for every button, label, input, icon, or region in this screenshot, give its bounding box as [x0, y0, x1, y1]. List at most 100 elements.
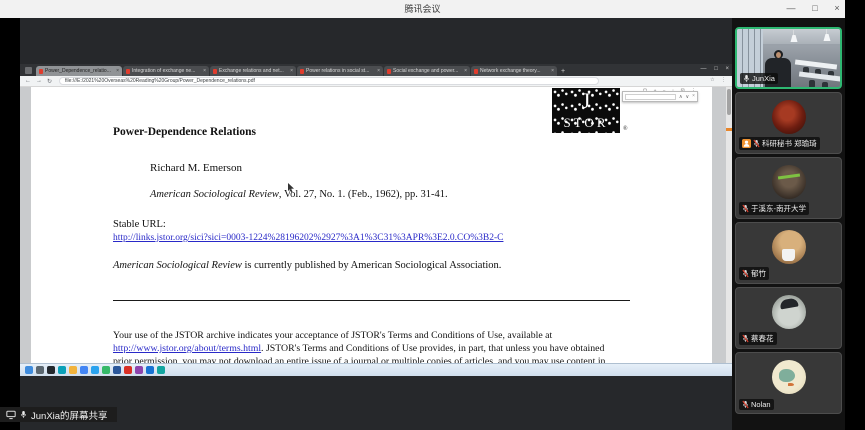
- tab-close-icon[interactable]: ×: [464, 68, 467, 74]
- back-icon[interactable]: ←: [25, 78, 31, 84]
- browser-tabbar: Power_Dependence_relatio...×Integration …: [20, 64, 732, 76]
- browser-addressbar: ← → ↻ file:///E:/2021%20Overseas%20Readi…: [20, 76, 732, 87]
- tab-title: Integration of exchange ne...: [132, 68, 201, 74]
- participant-tile-junxia[interactable]: JunXia: [735, 27, 842, 89]
- browser-menu-icon[interactable]: ⋮: [721, 77, 726, 83]
- participant-name: 科研秘书 郑瑜琦: [762, 138, 817, 149]
- start-icon[interactable]: [25, 366, 33, 374]
- participant-tile[interactable]: 郁竹: [735, 222, 842, 284]
- forward-icon[interactable]: →: [36, 78, 42, 84]
- host-role-icon: [742, 139, 751, 148]
- music-icon[interactable]: [135, 366, 143, 374]
- participant-tile[interactable]: 蔡春花: [735, 287, 842, 349]
- participant-name: Nolan: [751, 400, 771, 409]
- meeting-icon[interactable]: [146, 366, 154, 374]
- pdf-reader-icon[interactable]: [124, 366, 132, 374]
- pdf-file-icon: [39, 69, 43, 74]
- terms-line-3: prior permission, you may not download a…: [113, 356, 605, 363]
- browser-tab[interactable]: Network exchange theory...×: [471, 66, 557, 76]
- notes-icon[interactable]: [157, 366, 165, 374]
- screen-share-banner: JunXia的屏幕共享: [0, 407, 117, 422]
- pdf-file-icon: [213, 69, 217, 74]
- mail-icon[interactable]: [91, 366, 99, 374]
- jstor-logo-word: STOR: [552, 114, 620, 131]
- find-in-page-box: ∧ ∨ ×: [622, 91, 698, 102]
- publisher-line-rest: is currently published by American Socio…: [242, 260, 502, 271]
- mouse-cursor: [288, 183, 295, 193]
- journal-citation-rest: , Vol. 27, No. 1. (Feb., 1962), pp. 31-4…: [279, 189, 448, 200]
- word-icon[interactable]: [113, 366, 121, 374]
- participant-name: 于溪东-南开大学: [751, 203, 806, 214]
- registered-mark: ®: [623, 126, 628, 132]
- tab-title: Network exchange theory...: [480, 68, 549, 74]
- window-title: 腾讯会议: [0, 0, 845, 18]
- participant-name-chip: 蔡春花: [739, 332, 777, 345]
- muted-mic-icon: [742, 334, 749, 343]
- task-view-icon[interactable]: [47, 366, 55, 374]
- file-explorer-icon[interactable]: [69, 366, 77, 374]
- tab-close-icon[interactable]: ×: [290, 68, 293, 74]
- paper-author: Richard M. Emerson: [150, 162, 242, 174]
- muted-mic-icon: [753, 139, 760, 148]
- separator-rule: [113, 300, 630, 301]
- pdf-file-icon: [474, 69, 478, 74]
- avatar: [772, 360, 806, 394]
- reload-icon[interactable]: ↻: [47, 78, 52, 85]
- new-tab-button[interactable]: +: [561, 68, 565, 75]
- pdf-file-icon: [126, 69, 130, 74]
- find-prev-icon[interactable]: ∧: [679, 94, 683, 100]
- find-next-icon[interactable]: ∨: [686, 94, 690, 100]
- bookmark-icon[interactable]: ☆: [710, 77, 714, 83]
- participant-name: 蔡春花: [751, 333, 774, 344]
- addressbar-right-icons: ☆ ⋮: [705, 77, 726, 83]
- participant-tile[interactable]: 于溪东-南开大学: [735, 157, 842, 219]
- browser-close-icon[interactable]: ×: [725, 66, 729, 72]
- pdf-scrollbar-thumb[interactable]: [727, 89, 731, 115]
- browser-icon[interactable]: [80, 366, 88, 374]
- participant-name-chip: Nolan: [739, 399, 774, 410]
- screen-share-icon: [6, 410, 16, 420]
- jstor-logo-j: J: [552, 88, 620, 114]
- stable-url-link[interactable]: http://links.jstor.org/sici?sici=0003-12…: [113, 233, 503, 243]
- edge-icon[interactable]: [58, 366, 66, 374]
- browser-tab[interactable]: Power_Dependence_relatio...×: [36, 66, 122, 76]
- close-button[interactable]: ×: [826, 0, 848, 18]
- participant-tile[interactable]: 科研秘书 郑瑜琦: [735, 92, 842, 154]
- url-field[interactable]: file:///E:/2021%20Overseas%20Reading%20G…: [59, 77, 599, 85]
- browser-restore-icon[interactable]: □: [714, 66, 718, 72]
- wechat-icon[interactable]: [102, 366, 110, 374]
- search-icon[interactable]: [36, 366, 44, 374]
- browser-tab[interactable]: Social exchange and power...×: [384, 66, 470, 76]
- browser-window-controls: — □ ×: [695, 66, 729, 72]
- restore-button[interactable]: □: [804, 0, 826, 18]
- tab-close-icon[interactable]: ×: [116, 68, 119, 74]
- browser-tab[interactable]: Exchange relations and net...×: [210, 66, 296, 76]
- browser-tab[interactable]: Integration of exchange ne...×: [123, 66, 209, 76]
- minimize-button[interactable]: —: [780, 0, 802, 18]
- browser-minimize-icon[interactable]: —: [701, 66, 707, 72]
- pdf-file-icon: [387, 69, 391, 74]
- tab-close-icon[interactable]: ×: [377, 68, 380, 74]
- find-close-icon[interactable]: ×: [692, 94, 695, 99]
- terms-link[interactable]: http://www.jstor.org/about/terms.html: [113, 343, 261, 354]
- pdf-file-icon: [300, 69, 304, 74]
- find-input[interactable]: [625, 94, 676, 100]
- participant-name-chip: 于溪东-南开大学: [739, 202, 809, 215]
- tab-title: Power_Dependence_relatio...: [45, 68, 114, 74]
- tab-title: Power relations in social st...: [306, 68, 375, 74]
- tab-title: Social exchange and power...: [393, 68, 462, 74]
- tab-close-icon[interactable]: ×: [551, 68, 554, 74]
- avatar: [772, 100, 806, 134]
- mic-icon: [20, 410, 27, 419]
- pdf-right-margin: [712, 87, 726, 363]
- windows-taskbar: [20, 363, 732, 376]
- participant-tile[interactable]: Nolan: [735, 352, 842, 414]
- stable-url-label: Stable URL:: [113, 219, 166, 230]
- tab-strip: Power_Dependence_relatio...×Integration …: [36, 66, 558, 76]
- browser-tab[interactable]: Power relations in social st...×: [297, 66, 383, 76]
- terms-line-1: Your use of the JSTOR archive indicates …: [113, 330, 552, 341]
- tab-close-icon[interactable]: ×: [203, 68, 206, 74]
- avatar: [772, 165, 806, 199]
- participants-panel: JunXia 科研秘书 郑瑜琦: [732, 18, 845, 430]
- journal-citation: American Sociological Review, Vol. 27, N…: [150, 189, 448, 200]
